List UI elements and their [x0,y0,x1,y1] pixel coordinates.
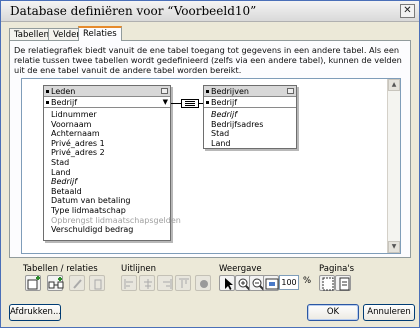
group-view-label: Weergave [219,264,262,274]
table-leden[interactable]: Leden Bedrijf ▼ Lidnummer Voornaam Achtern… [43,85,181,241]
cancel-button[interactable]: Annuleren [363,304,415,321]
color-icon[interactable] [195,275,211,291]
table-field[interactable]: Land [211,139,296,149]
group-tables-label: Tabellen / relaties [23,264,98,274]
delete-icon[interactable] [89,275,105,291]
table-field[interactable]: Stad [211,129,296,139]
pointer-icon[interactable] [219,275,235,291]
table-leden-header[interactable]: Leden [44,86,170,97]
scroll-up-icon[interactable]: ▲ [388,79,400,91]
scroll-down-icon[interactable]: ▼ [388,241,400,253]
handle-icon [46,90,49,93]
add-table-icon[interactable] [25,275,41,291]
collapse-icon[interactable] [161,88,168,94]
ok-button[interactable]: OK [307,304,359,321]
table-bedrijven-header[interactable]: Bedrijven [204,86,296,97]
table-field[interactable]: Land [51,168,170,178]
table-field[interactable]: Privé_adres 1 [51,139,170,149]
key-marker-icon [206,101,209,104]
table-field[interactable]: Type lidmaatschap [51,206,170,216]
relationship-equals-icon[interactable] [181,99,199,108]
key-field-label: Bedrijf [51,98,78,107]
group-pages-label: Pagina's [319,264,355,274]
table-field[interactable]: Verschuldigd bedrag [51,225,170,235]
vertical-scrollbar[interactable]: ▲ ▼ [387,79,400,253]
close-button[interactable]: ✕ [400,4,415,18]
tab-relaties[interactable]: Relaties [78,26,122,41]
table-bedrijven-fields: Bedrijf Bedrijfsadres Stad Land [204,108,296,148]
collapse-icon[interactable] [287,88,294,94]
percent-sign: % [303,276,312,286]
table-field[interactable]: Opbrengst lidmaatschapsgelden [51,216,181,226]
table-bedrijven[interactable]: Bedrijven Bedrijf Bedrijf Bedrijfsadres St… [203,85,297,149]
relationship-line [171,103,181,104]
chevron-down-icon[interactable]: ▼ [163,98,168,107]
table-leden-name: Leden [51,87,76,96]
table-field[interactable]: Bedrijf [211,110,296,120]
table-field[interactable]: Achternaam [51,129,170,139]
add-relationship-icon[interactable] [47,275,64,291]
table-field[interactable]: Bedrijfsadres [211,120,296,130]
group-align-label: Uitlijnen [121,264,157,274]
table-bedrijven-name: Bedrijven [211,87,249,96]
key-marker-icon [46,101,49,104]
fit-window-icon[interactable] [263,275,279,291]
table-field[interactable]: Betaald [51,187,170,197]
print-button[interactable]: Afdrukken... [9,304,61,321]
zoom-percent-field[interactable]: 100 [279,275,299,290]
title-bar: Database definiëren voor “Voorbeeld10” ✕ [1,1,419,22]
align-top-icon[interactable] [175,275,191,291]
page-setup-icon[interactable] [335,275,351,291]
window-title: Database definiëren voor “Voorbeeld10” [10,4,257,18]
table-field[interactable]: Bedrijf [51,177,170,187]
table-field[interactable]: Voornaam [51,120,170,130]
table-field[interactable]: Lidnummer [51,110,170,120]
handle-icon [206,90,209,93]
key-field-label: Bedrijf [211,98,238,107]
align-center-icon[interactable] [139,275,155,291]
page-breaks-icon[interactable] [319,275,335,291]
table-leden-fields: Lidnummer Voornaam Achternaam Privé_adres 1… [44,108,181,235]
table-leden-key-field[interactable]: Bedrijf ▼ [44,97,170,108]
relations-description: De relatiegrafiek biedt vanuit de ene ta… [14,45,402,76]
edit-icon[interactable] [69,275,85,291]
table-field[interactable]: Privé_adres 2 [51,148,170,158]
align-left-icon[interactable] [121,275,137,291]
align-right-icon[interactable] [157,275,173,291]
table-field[interactable]: Datum van betaling [51,196,170,206]
dialog-window: Database definiëren voor “Voorbeeld10” ✕… [0,0,420,328]
table-field[interactable]: Stad [51,158,170,168]
table-bedrijven-key-field[interactable]: Bedrijf [204,97,296,108]
